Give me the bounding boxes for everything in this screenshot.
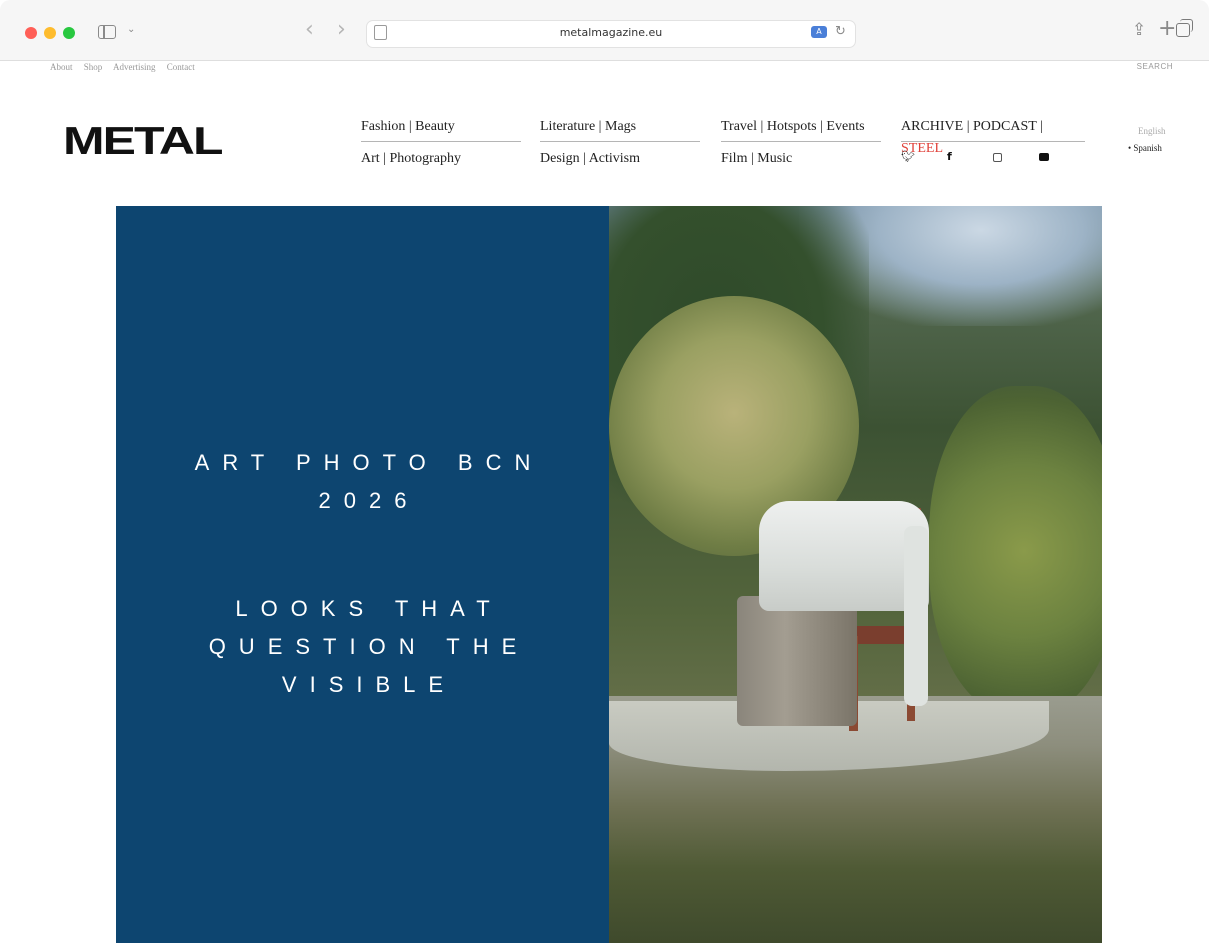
hero-text-panel[interactable]: ART PHOTO BCN 2026 LOOKS THAT QUESTION T… xyxy=(116,206,609,943)
tabs-icon[interactable] xyxy=(1176,19,1193,37)
hero-title: ART PHOTO BCN 2026 xyxy=(116,444,609,520)
utility-nav: About Shop Advertising Contact xyxy=(50,62,204,72)
nav-link-fashion-beauty[interactable]: Fashion | Beauty xyxy=(361,116,521,142)
youtube-icon[interactable] xyxy=(1039,147,1085,167)
hero-subtitle: LOOKS THAT QUESTION THE VISIBLE xyxy=(116,590,609,704)
zoom-window-button[interactable] xyxy=(63,27,75,39)
nav-link-travel-hotspots-events[interactable]: Travel | Hotspots | Events xyxy=(721,116,881,142)
hero-title-line-1: ART PHOTO BCN xyxy=(194,450,544,475)
hero-title-line-2: 2026 xyxy=(318,488,420,513)
address-bar[interactable]: metalmagazine.eu A ↻ xyxy=(366,20,856,48)
nav-column-2: Literature | Mags Design | Activism xyxy=(540,116,700,170)
photo-shirt-sleeve xyxy=(904,526,928,706)
url-text[interactable]: metalmagazine.eu xyxy=(367,26,855,39)
close-window-button[interactable] xyxy=(25,27,37,39)
site-logo[interactable]: METAL xyxy=(63,122,224,162)
reload-icon[interactable]: ↻ xyxy=(835,24,846,39)
search-link[interactable]: SEARCH xyxy=(1137,62,1173,71)
nav-column-3: Travel | Hotspots | Events Film | Music xyxy=(721,116,881,170)
nav-column-4: ARCHIVE | PODCAST | STEEL 🐦︎ f xyxy=(901,116,1085,167)
hero-subtitle-line-3: VISIBLE xyxy=(281,672,457,697)
forward-icon[interactable]: › xyxy=(337,17,346,42)
utility-link-about[interactable]: About xyxy=(50,62,73,72)
back-icon[interactable]: ‹ xyxy=(305,17,314,42)
hero-photo[interactable] xyxy=(609,206,1102,943)
nav-link-film-music[interactable]: Film | Music xyxy=(721,148,881,170)
nav-column-1: Fashion | Beauty Art | Photography xyxy=(361,116,521,170)
twitter-icon[interactable]: 🐦︎ xyxy=(901,147,947,167)
nav-archive-podcast-steel: ARCHIVE | PODCAST | STEEL xyxy=(901,116,1085,156)
language-spanish-label: Spanish xyxy=(1133,143,1162,153)
browser-toolbar: ⌄ ‹ › metalmagazine.eu A ↻ ⇪ + xyxy=(0,0,1209,61)
utility-link-advertising[interactable]: Advertising xyxy=(113,62,156,72)
minimize-window-button[interactable] xyxy=(44,27,56,39)
language-spanish[interactable]: • Spanish xyxy=(1128,143,1166,153)
facebook-icon[interactable]: f xyxy=(947,147,993,167)
language-switcher: English • Spanish xyxy=(1128,126,1166,153)
share-icon[interactable]: ⇪ xyxy=(1132,20,1146,40)
utility-link-shop[interactable]: Shop xyxy=(84,62,103,72)
photo-bush-right xyxy=(929,386,1102,716)
translate-icon[interactable]: A xyxy=(811,26,827,38)
sidebar-icon[interactable] xyxy=(98,25,116,39)
social-links: 🐦︎ f xyxy=(901,147,1085,167)
nav-link-archive-podcast[interactable]: ARCHIVE | PODCAST | xyxy=(901,119,1043,134)
nav-link-literature-mags[interactable]: Literature | Mags xyxy=(540,116,700,142)
hero-subtitle-line-2: QUESTION THE xyxy=(208,634,530,659)
nav-link-art-photography[interactable]: Art | Photography xyxy=(361,148,521,170)
language-english[interactable]: English xyxy=(1128,126,1166,136)
utility-link-contact[interactable]: Contact xyxy=(167,62,195,72)
photo-trousers xyxy=(737,596,857,726)
nav-link-design-activism[interactable]: Design | Activism xyxy=(540,148,700,170)
chevron-down-icon[interactable]: ⌄ xyxy=(127,24,135,35)
hero-subtitle-line-1: LOOKS THAT xyxy=(235,596,503,621)
instagram-icon[interactable] xyxy=(993,147,1039,167)
new-tab-icon[interactable]: + xyxy=(1158,16,1176,41)
